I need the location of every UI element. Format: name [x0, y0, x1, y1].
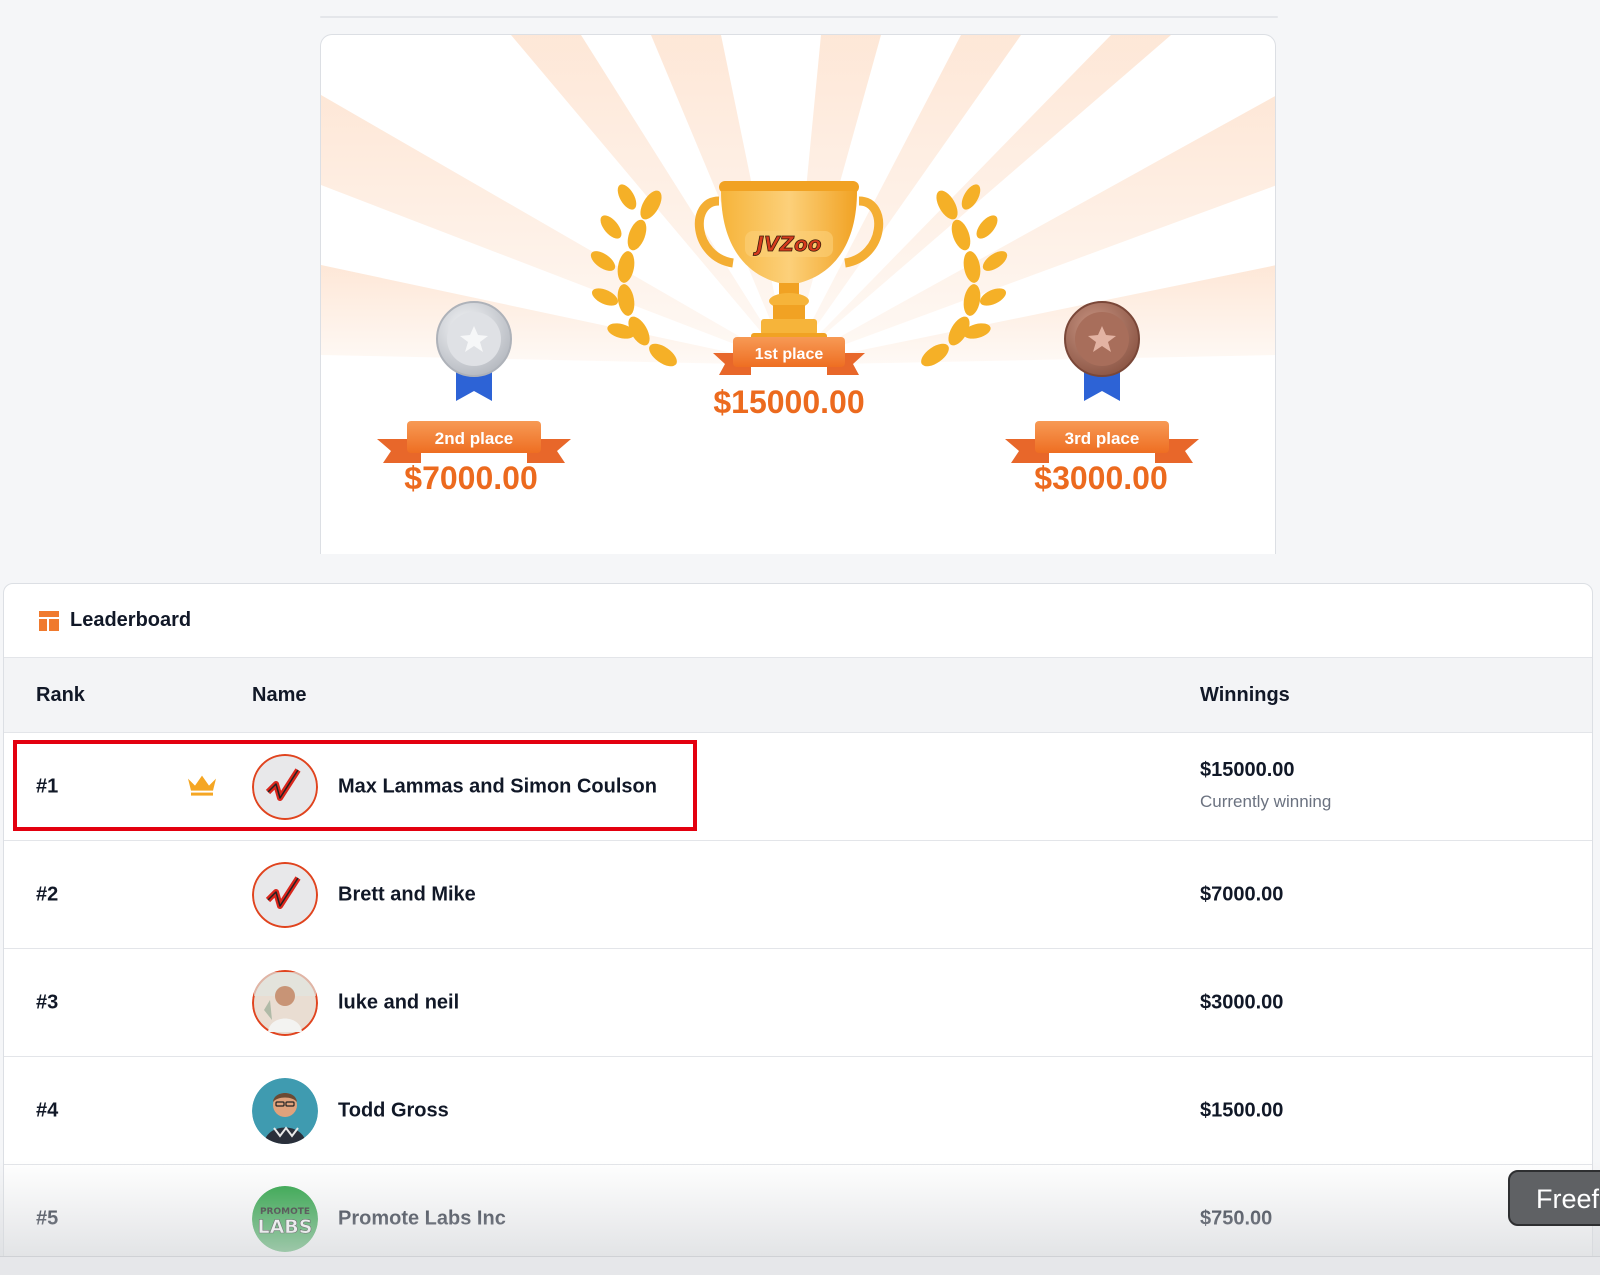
prize-podium-card: JVZoo 1st place $15000.00 2nd place $700… — [320, 34, 1276, 554]
table-header: Rank Name Winnings — [4, 658, 1592, 733]
first-place-label: 1st place — [755, 346, 824, 363]
trophy-brand-logo: JVZoo — [753, 232, 822, 256]
winnings-amount: $3000.00 — [1200, 991, 1284, 1013]
bronze-medal-icon — [1064, 301, 1140, 401]
participant-name: Max Lammas and Simon Coulson — [338, 775, 657, 797]
rank-cell: #2 — [36, 883, 59, 905]
participant-name: Promote Labs Inc — [338, 1207, 506, 1229]
side-widget-tab[interactable]: Freef — [1508, 1170, 1600, 1226]
participant-name: luke and neil — [338, 991, 460, 1013]
third-place-ribbon: 3rd place — [1005, 421, 1199, 463]
leaderboard-title: Leaderboard — [70, 609, 192, 631]
avatar: PROMOTE LABS — [252, 1185, 318, 1252]
rank-cell: #3 — [36, 991, 59, 1013]
rank-cell: #1 — [36, 775, 59, 797]
winnings-amount: $7000.00 — [1200, 883, 1284, 905]
participant-name: Brett and Mike — [338, 883, 476, 905]
silver-medal-icon — [436, 301, 512, 401]
svg-text:LABS: LABS — [258, 1216, 313, 1238]
avatar — [252, 753, 318, 820]
person-photo-icon — [252, 969, 318, 1036]
second-place-ribbon: 2nd place — [377, 421, 571, 463]
person-photo-icon — [252, 1077, 318, 1144]
horizontal-scrollbar[interactable] — [0, 1256, 1600, 1275]
second-place-amount: $7000.00 — [404, 460, 537, 496]
crown-icon — [188, 775, 216, 796]
avatar — [252, 861, 318, 928]
layout-icon — [39, 610, 59, 631]
first-place-amount: $15000.00 — [713, 384, 864, 420]
rank-cell: #5 — [36, 1207, 59, 1229]
top-divider — [320, 16, 1278, 18]
leaderboard-header: Leaderboard — [4, 584, 1592, 658]
second-place-label: 2nd place — [435, 429, 513, 448]
rank-cell: #4 — [36, 1099, 59, 1121]
table-row[interactable]: #2 Brett and Mike $7000.00 — [4, 841, 1592, 949]
table-row[interactable]: #4 Todd Gross $1500.00 — [4, 1057, 1592, 1165]
table-row[interactable]: #1 Max Lammas and Simon Coulson $15000.0… — [4, 733, 1592, 841]
column-rank: Rank — [36, 683, 85, 706]
trophy-icon: JVZoo — [694, 181, 884, 345]
first-place-ribbon: 1st place — [713, 337, 865, 375]
jvzoo-logo-icon — [252, 753, 318, 820]
avatar — [252, 969, 318, 1036]
side-widget-label: Freef — [1536, 1184, 1600, 1214]
leaderboard-card: Leaderboard Rank Name Winnings #1 Max La… — [3, 583, 1593, 1275]
column-winnings: Winnings — [1200, 683, 1290, 706]
jvzoo-logo-icon — [252, 861, 318, 928]
promote-labs-logo-icon: PROMOTE LABS — [252, 1185, 318, 1252]
winnings-cell: $15000.00 Currently winning — [1200, 759, 1331, 812]
avatar — [252, 1077, 318, 1144]
third-place-amount: $3000.00 — [1034, 460, 1167, 496]
winnings-amount: $15000.00 — [1200, 759, 1295, 781]
table-row[interactable]: #3 luke and neil $3000.00 — [4, 949, 1592, 1057]
column-name: Name — [252, 683, 307, 706]
third-place-label: 3rd place — [1065, 429, 1140, 448]
winning-status: Currently winning — [1200, 792, 1332, 811]
participant-name: Todd Gross — [338, 1099, 449, 1121]
winnings-amount: $1500.00 — [1200, 1099, 1284, 1121]
winnings-amount: $750.00 — [1200, 1207, 1273, 1229]
